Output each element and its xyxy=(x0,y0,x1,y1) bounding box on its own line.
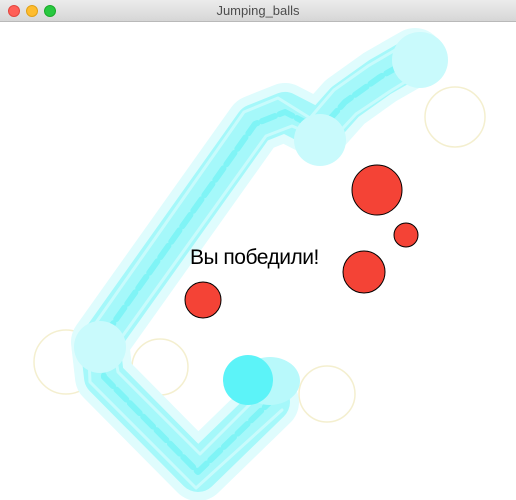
trail-blob xyxy=(294,114,346,166)
faint-ring xyxy=(298,365,356,423)
window-title: Jumping_balls xyxy=(216,3,300,18)
faint-ring xyxy=(424,86,486,148)
title-bar[interactable]: Jumping_balls xyxy=(0,0,516,22)
app-window: Jumping_balls Вы победили! xyxy=(0,0,516,500)
trail-blob xyxy=(392,32,448,88)
enemy-ball xyxy=(351,164,403,216)
enemy-ball xyxy=(393,222,419,248)
player-ball xyxy=(223,355,273,405)
trail-blob xyxy=(74,321,126,373)
enemy-ball xyxy=(184,281,222,319)
win-message: Вы победили! xyxy=(190,246,319,269)
game-canvas[interactable]: Вы победили! xyxy=(0,22,516,500)
enemy-ball xyxy=(342,250,386,294)
